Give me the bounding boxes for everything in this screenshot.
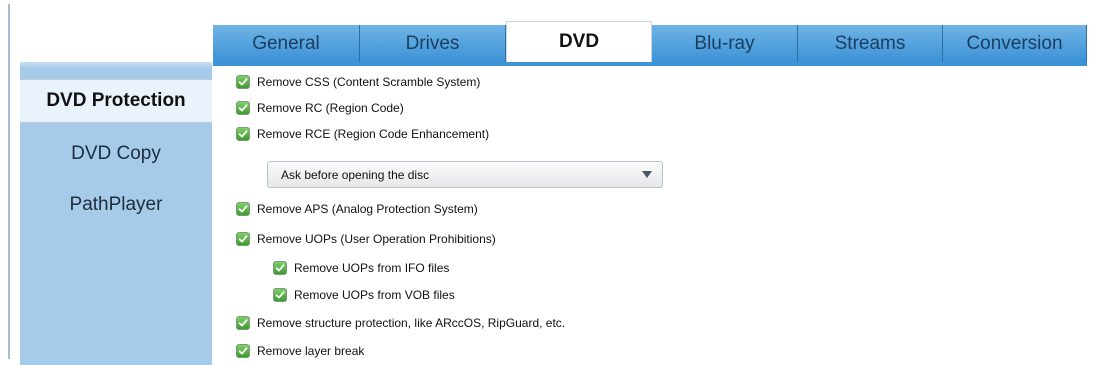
remove-aps-label: Remove APS (Analog Protection System) [257, 202, 478, 216]
option-remove-structure: Remove structure protection, like ARccOS… [236, 313, 565, 333]
dropdown-arrow-icon[interactable] [632, 171, 662, 178]
sidebar-item-dvd-copy[interactable]: DVD Copy [20, 132, 212, 176]
remove-rce-checkbox[interactable] [236, 127, 250, 141]
sidebar: DVD Protection DVD Copy PathPlayer [20, 62, 212, 365]
rce-mode-dropdown[interactable]: Ask before opening the disc [267, 161, 663, 188]
option-remove-aps: Remove APS (Analog Protection System) [236, 199, 478, 219]
sidebar-top-edge [20, 62, 212, 68]
remove-layer-break-label: Remove layer break [257, 344, 365, 358]
remove-uops-checkbox[interactable] [236, 232, 250, 246]
checkmark-icon [238, 130, 248, 138]
sidebar-item-pathplayer[interactable]: PathPlayer [20, 183, 212, 227]
tab-drives[interactable]: Drives [360, 25, 506, 62]
checkmark-icon [275, 291, 285, 299]
remove-uops-label: Remove UOPs (User Operation Prohibitions… [257, 232, 496, 246]
option-remove-layer-break: Remove layer break [236, 341, 364, 361]
remove-aps-checkbox[interactable] [236, 202, 250, 216]
remove-rc-label: Remove RC (Region Code) [257, 101, 404, 115]
checkmark-icon [238, 235, 248, 243]
tab-blu-ray[interactable]: Blu-ray [652, 25, 798, 62]
remove-structure-checkbox[interactable] [236, 316, 250, 330]
option-remove-uops: Remove UOPs (User Operation Prohibitions… [236, 229, 496, 249]
tab-streams[interactable]: Streams [798, 25, 943, 62]
remove-css-checkbox[interactable] [236, 75, 250, 89]
option-remove-uops-ifo: Remove UOPs from IFO files [273, 258, 449, 278]
tab-dvd[interactable]: DVD [506, 21, 652, 62]
checkmark-icon [238, 78, 248, 86]
left-border [8, 4, 10, 359]
checkmark-icon [275, 264, 285, 272]
checkmark-icon [238, 205, 248, 213]
settings-tabbar: General Drives DVD Blu-ray Streams Conve… [213, 21, 1087, 62]
checkmark-icon [238, 104, 248, 112]
sidebar-item-dvd-protection[interactable]: DVD Protection [20, 79, 212, 123]
checkmark-icon [238, 347, 248, 355]
tab-underline [213, 62, 1087, 66]
remove-css-label: Remove CSS (Content Scramble System) [257, 75, 481, 89]
option-remove-rce: Remove RCE (Region Code Enhancement) [236, 124, 489, 144]
remove-layer-break-checkbox[interactable] [236, 344, 250, 358]
remove-uops-vob-checkbox[interactable] [273, 288, 287, 302]
option-remove-css: Remove CSS (Content Scramble System) [236, 72, 480, 92]
remove-structure-label: Remove structure protection, like ARccOS… [257, 316, 566, 330]
tab-general[interactable]: General [213, 25, 360, 62]
remove-uops-ifo-label: Remove UOPs from IFO files [294, 261, 450, 275]
tab-conversion[interactable]: Conversion [943, 25, 1087, 62]
remove-rce-label: Remove RCE (Region Code Enhancement) [257, 127, 490, 141]
option-remove-rc: Remove RC (Region Code) [236, 98, 404, 118]
remove-rc-checkbox[interactable] [236, 101, 250, 115]
option-remove-uops-vob: Remove UOPs from VOB files [273, 285, 455, 305]
remove-uops-ifo-checkbox[interactable] [273, 261, 287, 275]
checkmark-icon [238, 319, 248, 327]
rce-mode-value: Ask before opening the disc [281, 167, 430, 182]
remove-uops-vob-label: Remove UOPs from VOB files [294, 288, 455, 302]
